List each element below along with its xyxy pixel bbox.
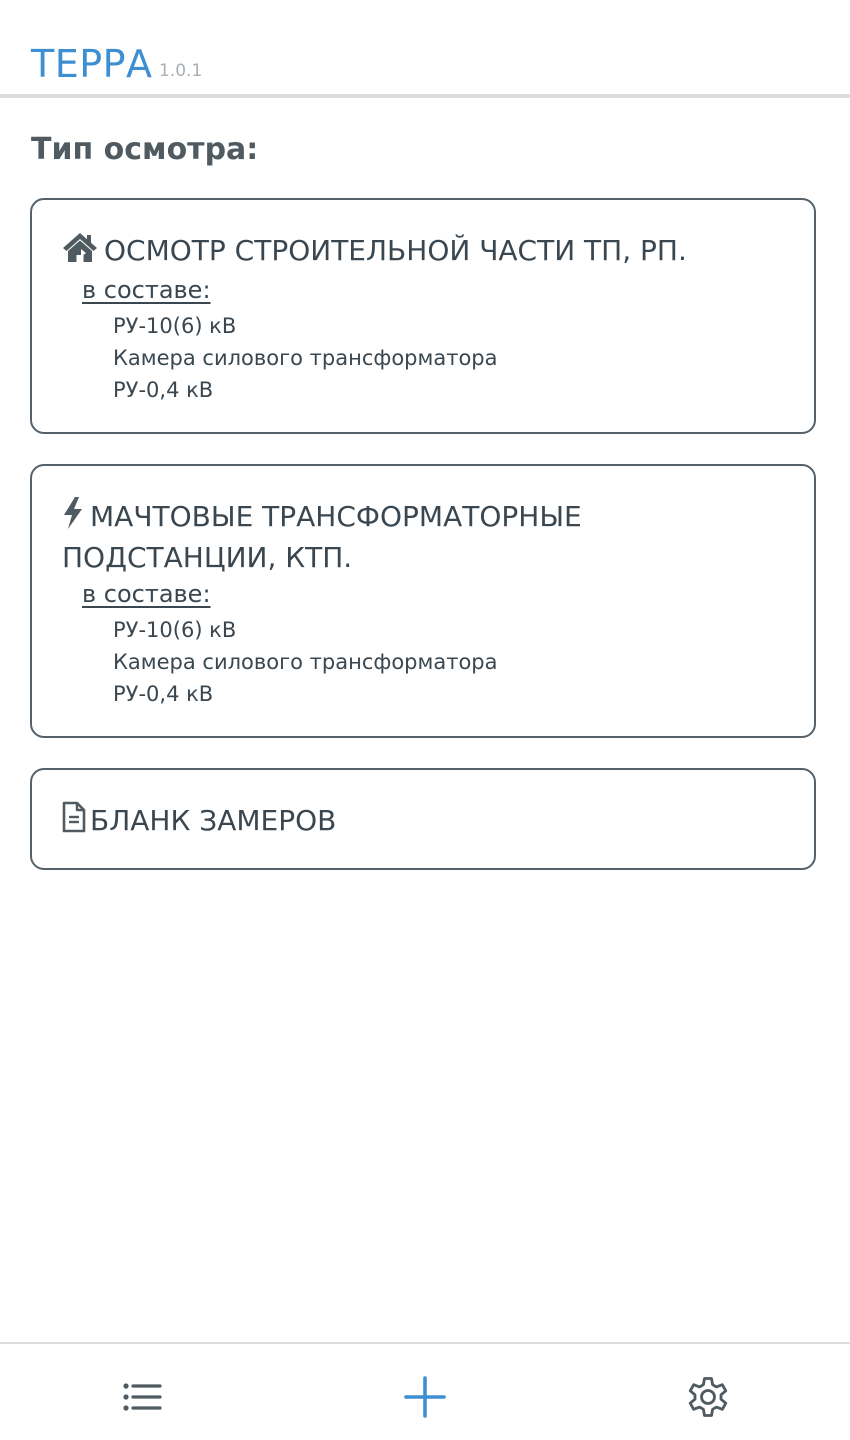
inspection-type-card-mast-substations[interactable]: МАЧТОВЫЕ ТРАНСФОРМАТОРНЫЕ ПОДСТАНЦИИ, КТ… (30, 464, 816, 738)
app-header: ТЕРРА 1.0.1 (0, 0, 850, 98)
list-button[interactable] (117, 1372, 167, 1422)
card-title-text: МАЧТОВЫЕ ТРАНСФОРМАТОРНЫЕ ПОДСТАНЦИИ, КТ… (62, 500, 582, 574)
add-inspection-button[interactable] (400, 1372, 450, 1422)
composition-item: РУ-10(6) кВ (113, 314, 237, 338)
lightning-bolt-icon (62, 497, 84, 539)
composition-label: в составе: (82, 276, 211, 304)
gear-icon (688, 1377, 728, 1417)
composition-list: РУ-10(6) кВ Камера силового трансформато… (113, 614, 498, 710)
inspection-type-card-measurement-form[interactable]: БЛАНК ЗАМЕРОВ (30, 768, 816, 870)
composition-list: РУ-10(6) кВ Камера силового трансформато… (113, 310, 498, 406)
section-title: Тип осмотра: (31, 132, 259, 167)
list-icon (123, 1383, 162, 1411)
composition-item: РУ-10(6) кВ (113, 618, 237, 642)
inspection-type-card-building[interactable]: ОСМОТР СТРОИТЕЛЬНОЙ ЧАСТИ ТП, РП. в сост… (30, 198, 816, 434)
card-title-text: ОСМОТР СТРОИТЕЛЬНОЙ ЧАСТИ ТП, РП. (104, 234, 687, 267)
composition-item: Камера силового трансформатора (113, 650, 498, 674)
composition-label: в составе: (82, 580, 211, 608)
house-icon (62, 231, 98, 273)
app-version: 1.0.1 (159, 61, 203, 81)
composition-item: РУ-0,4 кВ (113, 682, 214, 706)
plus-icon (404, 1376, 446, 1418)
card-title: МАЧТОВЫЕ ТРАНСФОРМАТОРНЫЕ ПОДСТАНЦИИ, КТ… (62, 497, 774, 577)
composition-item: Камера силового трансформатора (113, 346, 498, 370)
card-title: БЛАНК ЗАМЕРОВ (62, 801, 774, 843)
card-title: ОСМОТР СТРОИТЕЛЬНОЙ ЧАСТИ ТП, РП. (62, 231, 774, 273)
bottom-navigation (0, 1342, 850, 1440)
app-title: ТЕРРА (31, 42, 153, 86)
settings-button[interactable] (683, 1372, 733, 1422)
document-icon (62, 801, 86, 843)
card-title-text: БЛАНК ЗАМЕРОВ (90, 804, 337, 837)
composition-item: РУ-0,4 кВ (113, 378, 214, 402)
app-screen: ТЕРРА 1.0.1 Тип осмотра: ОСМОТР СТРОИТЕЛ… (0, 0, 850, 1440)
